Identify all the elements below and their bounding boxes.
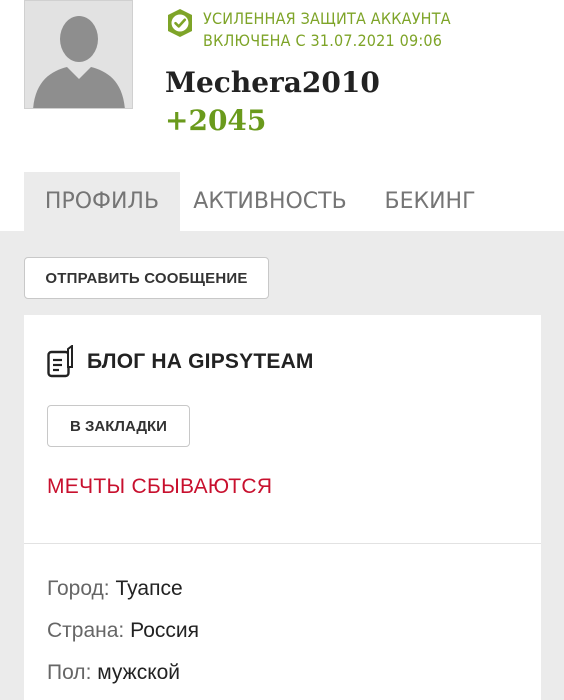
divider [24, 543, 541, 544]
tab-backing[interactable]: БЕКИНГ [360, 172, 500, 231]
send-message-button[interactable]: ОТПРАВИТЬ СООБЩЕНИЕ [24, 257, 269, 299]
blog-header: БЛОГ НА GIPSYTEAM [47, 345, 314, 379]
security-line-2: ВКЛЮЧЕНА С 31.07.2021 09:06 [203, 31, 443, 50]
gender-label: Пол: [47, 661, 92, 684]
profile-content: ОТПРАВИТЬ СООБЩЕНИЕ БЛОГ НА GIPSYTEAM В … [0, 231, 564, 700]
shield-check-icon [168, 9, 192, 37]
tab-profile[interactable]: ПРОФИЛЬ [24, 172, 180, 231]
security-badge: УСИЛЕННАЯ ЗАЩИТА АККАУНТА ВКЛЮЧЕНА С 31.… [165, 8, 451, 52]
username: Mechera2010 [165, 66, 380, 99]
country-value: Россия [130, 619, 199, 642]
profile-header: УСИЛЕННАЯ ЗАЩИТА АККАУНТА ВКЛЮЧЕНА С 31.… [0, 0, 564, 172]
gender-value: мужской [97, 661, 181, 684]
city-value: Туапсе [115, 577, 183, 600]
blog-motto-link[interactable]: МЕЧТЫ СБЫВАЮТСЯ [47, 475, 272, 499]
security-line-1: УСИЛЕННАЯ ЗАЩИТА АККАУНТА [203, 9, 451, 28]
profile-tabs: ПРОФИЛЬ АКТИВНОСТЬ БЕКИНГ [24, 172, 500, 231]
info-city: Город: Туапсе [47, 577, 183, 601]
bookmark-button[interactable]: В ЗАКЛАДКИ [47, 405, 190, 447]
country-label: Страна: [47, 619, 125, 642]
blog-card: БЛОГ НА GIPSYTEAM В ЗАКЛАДКИ МЕЧТЫ СБЫВА… [24, 315, 541, 700]
avatar[interactable] [24, 0, 133, 109]
blog-document-icon [47, 345, 73, 378]
tab-activity[interactable]: АКТИВНОСТЬ [180, 172, 360, 231]
city-label: Город: [47, 577, 110, 600]
info-country: Страна: Россия [47, 619, 199, 643]
blog-title: БЛОГ НА GIPSYTEAM [87, 350, 314, 373]
rating: +2045 [165, 104, 267, 137]
security-status-text: УСИЛЕННАЯ ЗАЩИТА АККАУНТА ВКЛЮЧЕНА С 31.… [203, 8, 451, 52]
info-gender: Пол: мужской [47, 661, 180, 685]
user-silhouette-icon [25, 1, 132, 108]
